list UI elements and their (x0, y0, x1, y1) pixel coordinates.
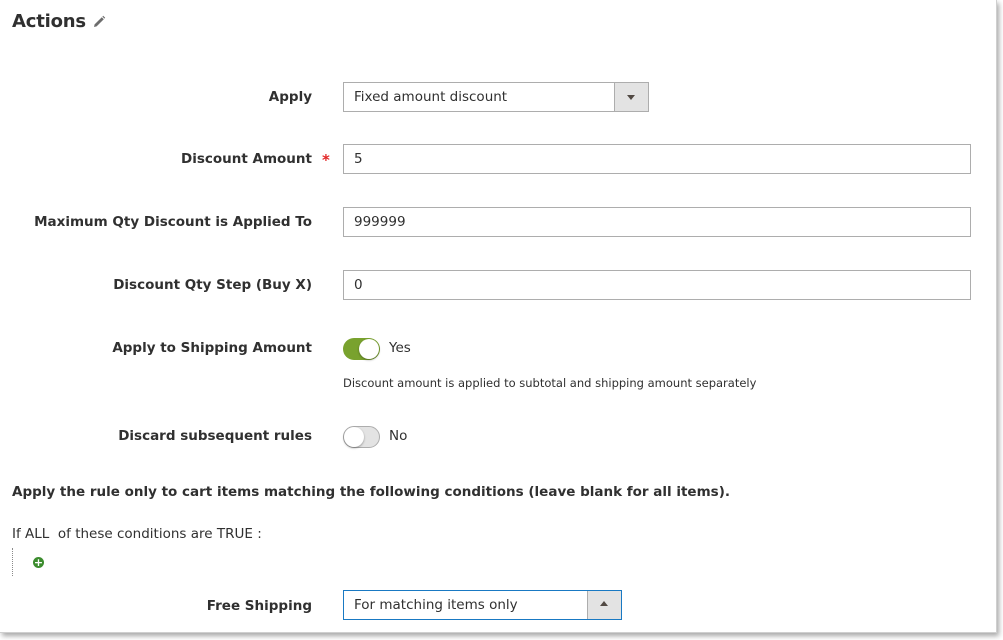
discount-amount-input[interactable] (343, 144, 971, 174)
aggregator-link[interactable]: ALL (25, 526, 49, 542)
apply-shipping-toggle[interactable] (343, 338, 380, 360)
conditions-statement: If ALL of these conditions are TRUE : (12, 526, 262, 542)
discard-rules-toggle[interactable] (343, 426, 380, 448)
conditions-prefix: If (12, 526, 26, 542)
free-shipping-label: Free Shipping (206, 598, 312, 614)
max-qty-input[interactable] (343, 207, 971, 237)
plus-circle-icon[interactable]: + (33, 557, 44, 568)
toggle-knob (344, 427, 364, 447)
apply-select-button[interactable] (614, 83, 648, 111)
free-shipping-select-button[interactable] (587, 591, 621, 619)
pencil-icon[interactable] (92, 15, 106, 29)
apply-label: Apply (268, 89, 312, 105)
discount-amount-label: Discount Amount (181, 151, 312, 167)
conditions-tree-line (12, 548, 13, 576)
section-title: Actions (12, 11, 86, 32)
apply-shipping-label: Apply to Shipping Amount (112, 340, 312, 356)
conditions-middle: of these conditions are (49, 526, 217, 542)
discard-rules-state: No (389, 428, 408, 444)
apply-select[interactable]: Fixed amount discount (343, 82, 649, 112)
conditions-heading: Apply the rule only to cart items matchi… (12, 484, 730, 500)
apply-select-value: Fixed amount discount (354, 89, 508, 105)
apply-shipping-note: Discount amount is applied to subtotal a… (343, 376, 757, 390)
actions-panel: Actions Apply Fixed amount discount Disc… (0, 0, 997, 633)
chevron-down-icon (627, 95, 635, 100)
toggle-knob (359, 339, 379, 359)
value-link[interactable]: TRUE (217, 526, 253, 542)
max-qty-label: Maximum Qty Discount is Applied To (34, 214, 312, 230)
free-shipping-select[interactable]: For matching items only (343, 590, 622, 620)
qty-step-label: Discount Qty Step (Buy X) (113, 277, 312, 293)
free-shipping-select-value: For matching items only (354, 597, 518, 613)
chevron-up-icon (600, 601, 608, 606)
required-marker: * (322, 151, 330, 169)
conditions-suffix: : (252, 526, 262, 542)
discard-rules-label: Discard subsequent rules (118, 428, 312, 444)
apply-shipping-state: Yes (389, 340, 411, 356)
qty-step-input[interactable] (343, 270, 971, 300)
